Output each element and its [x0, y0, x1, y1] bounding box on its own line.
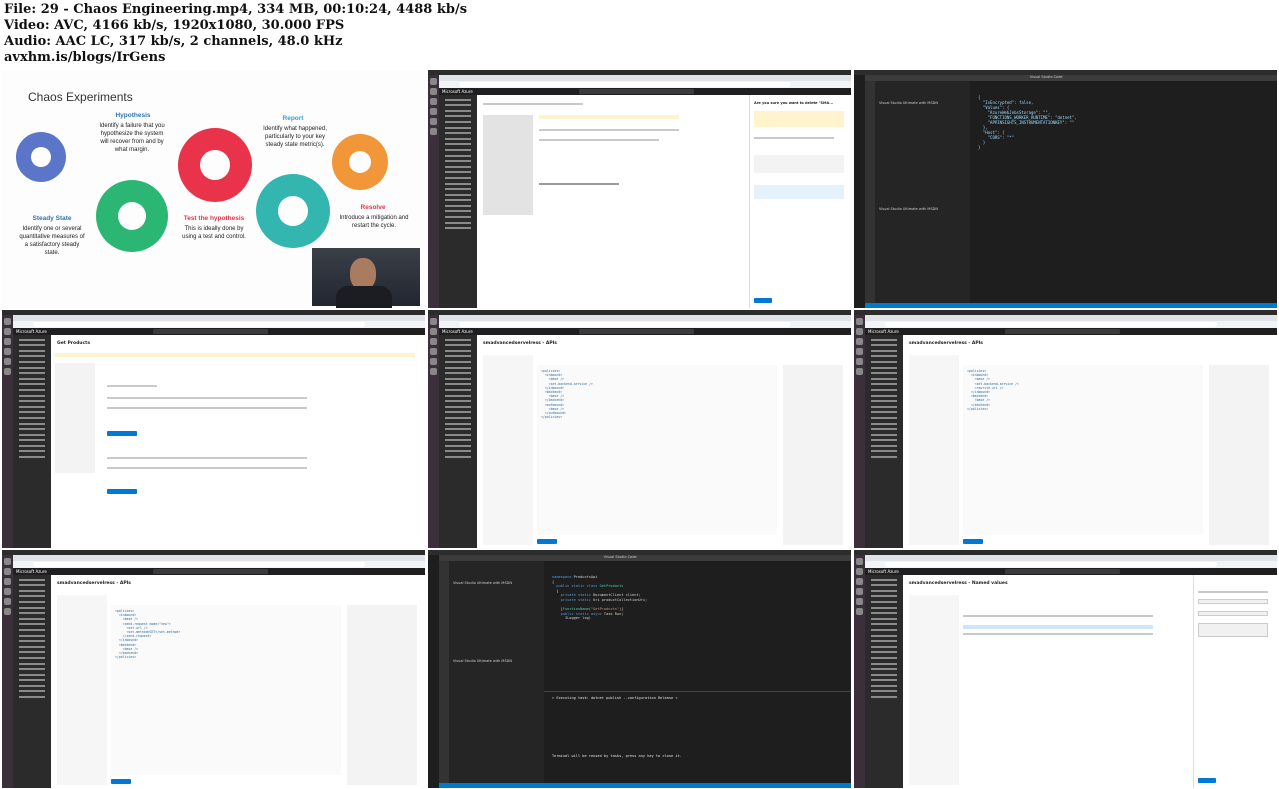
video-info-header: File: 29 - Chaos Engineering.mp4, 334 MB… [0, 0, 1279, 70]
audio-info: Audio: AAC LC, 317 kb/s, 2 channels, 48.… [4, 34, 343, 49]
delete-button[interactable] [754, 298, 772, 303]
step-text-steady-state: Identify one or several quantitative mea… [19, 226, 85, 256]
thumbnail-apim-policy: Microsoft Azure smadvancedservelress - A… [428, 310, 851, 548]
slide-title: Chaos Experiments [28, 90, 133, 104]
add-header-button[interactable] [107, 489, 137, 494]
step-text-resolve: Introduce a mitigation and restart the c… [339, 215, 409, 229]
step-text-report: Identify what happened, particularly to … [263, 126, 327, 148]
step-heading-test: Test the hypothesis [183, 215, 245, 222]
thumbnail-azure-delete: Microsoft Azure Are you sure you want to… [428, 70, 851, 308]
site-info: avxhm.is/blogs/IrGens [4, 50, 166, 65]
video-info: Video: AVC, 4166 kb/s, 1920x1080, 30.000… [4, 18, 345, 33]
step-heading-report: Report [282, 115, 304, 122]
gear-icon [178, 128, 252, 202]
gear-icon [96, 180, 168, 252]
presenter-webcam [312, 248, 420, 308]
gear-icon [332, 134, 388, 190]
save-button[interactable] [963, 539, 983, 544]
add-parameter-button[interactable] [107, 431, 137, 436]
step-heading-hypothesis: Hypothesis [115, 112, 151, 119]
thumbnail-azure-function: Microsoft Azure Get Products [2, 310, 425, 548]
step-heading-steady-state: Steady State [32, 215, 72, 222]
thumbnail-vscode-publish: Visual Studio Code Visual Studio Ultimat… [428, 550, 851, 788]
thumbnail-slide: Chaos Experiments Hypothesis Identify a … [2, 70, 425, 308]
save-button[interactable] [537, 539, 557, 544]
gear-icon [256, 174, 330, 248]
gear-icon [16, 132, 66, 182]
step-heading-resolve: Resolve [360, 204, 386, 211]
save-button[interactable] [111, 779, 131, 784]
save-named-value-button[interactable] [1198, 778, 1216, 783]
delete-dialog-title: Are you sure you want to delete "SMA... [754, 101, 834, 105]
file-info: File: 29 - Chaos Engineering.mp4, 334 MB… [4, 2, 468, 17]
thumbnail-apim-policy-3: Microsoft Azure smadvancedservelress - A… [2, 550, 425, 788]
step-text-hypothesis: Identify a failure that you hypothesize … [99, 123, 165, 153]
thumbnail-apim-policy-2: Microsoft Azure smadvancedservelress - A… [854, 310, 1277, 548]
thumbnail-vscode-settings: Visual Studio Code Visual Studio Ultimat… [854, 70, 1277, 308]
thumbnail-named-values: Microsoft Azure smadvancedservelress - N… [854, 550, 1277, 788]
step-text-test: This is ideally done by using a test and… [182, 226, 246, 240]
